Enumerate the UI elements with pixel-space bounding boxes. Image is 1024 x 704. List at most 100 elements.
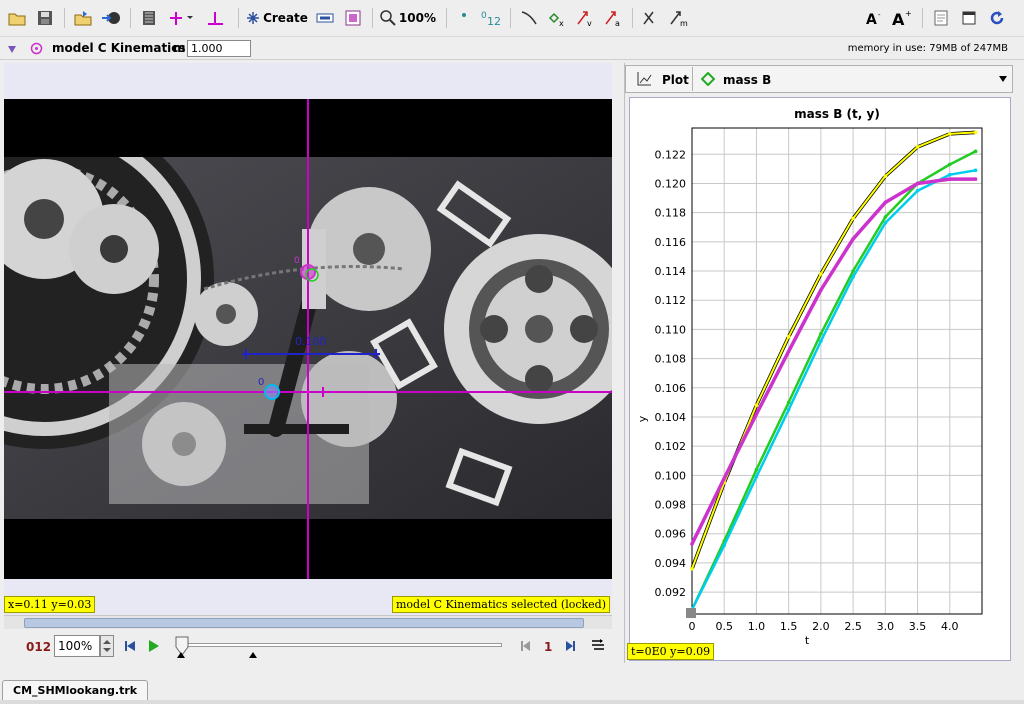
y-axis-label: y bbox=[636, 415, 649, 422]
series-point-2 bbox=[754, 475, 759, 479]
end-marker-icon[interactable] bbox=[248, 651, 258, 659]
track-marker-icon bbox=[30, 42, 43, 55]
velocity-icon[interactable]: v bbox=[574, 7, 596, 29]
zoom-icon bbox=[380, 10, 396, 26]
player-bar: 012 100% 1 bbox=[4, 631, 612, 661]
clip-settings-icon[interactable] bbox=[138, 7, 160, 29]
series-point-2 bbox=[819, 339, 823, 343]
frame-number: 012 bbox=[26, 640, 52, 654]
position-icon[interactable]: x bbox=[546, 7, 568, 29]
series-point-1 bbox=[819, 331, 823, 336]
chart-title: mass B (t, y) bbox=[794, 107, 880, 121]
series-point-2 bbox=[947, 172, 952, 177]
notes-icon[interactable] bbox=[930, 7, 952, 29]
y-tick-label: 0.118 bbox=[655, 207, 687, 220]
calibration-icon[interactable] bbox=[342, 7, 364, 29]
series-point-2 bbox=[883, 221, 888, 225]
mass-field[interactable] bbox=[187, 40, 251, 57]
rewind-icon[interactable] bbox=[124, 640, 136, 652]
svg-text:2: 2 bbox=[494, 15, 501, 27]
save-icon[interactable] bbox=[34, 7, 56, 29]
x-axis-label: t bbox=[805, 634, 810, 647]
svg-text:A: A bbox=[866, 12, 877, 26]
create-button[interactable]: Create bbox=[246, 7, 308, 29]
plot-icon[interactable] bbox=[636, 71, 652, 87]
svg-text:+: + bbox=[905, 9, 912, 18]
y-tick-label: 0.112 bbox=[655, 294, 687, 307]
series-point-0 bbox=[851, 216, 855, 221]
coordinate-readout: x=0.11 y=0.03 bbox=[4, 596, 96, 613]
series-point-1 bbox=[973, 149, 978, 154]
trail-icon[interactable] bbox=[518, 7, 540, 29]
origin-marker bbox=[686, 608, 696, 618]
track-bar: model C Kinematics m memory in use: 79MB… bbox=[0, 37, 1024, 60]
series-point-3 bbox=[883, 200, 888, 205]
svg-text:x: x bbox=[559, 19, 564, 27]
series-point-0 bbox=[754, 403, 759, 408]
track-point-magenta bbox=[300, 264, 316, 280]
step-back-icon[interactable] bbox=[520, 640, 532, 652]
import-icon[interactable] bbox=[72, 7, 94, 29]
zoom-spinner[interactable] bbox=[100, 635, 114, 657]
y-tick-label: 0.104 bbox=[655, 411, 687, 424]
file-tab[interactable]: CM_SHMlookang.trk bbox=[2, 680, 149, 702]
series-point-1 bbox=[851, 269, 855, 273]
export-icon[interactable] bbox=[100, 7, 122, 29]
series-point-2 bbox=[915, 188, 920, 193]
font-increase-icon[interactable]: A + bbox=[890, 7, 914, 29]
selected-track-name[interactable]: model C Kinematics bbox=[52, 41, 186, 55]
y-tick-label: 0.098 bbox=[655, 499, 687, 512]
chart-background bbox=[630, 98, 1010, 660]
mass-vector-icon[interactable]: m bbox=[668, 7, 690, 29]
step-size[interactable]: 1 bbox=[544, 640, 552, 654]
series-point-3 bbox=[690, 542, 694, 546]
video-frame[interactable]: 0.100 0 0 bbox=[4, 99, 612, 579]
acceleration-icon[interactable]: a bbox=[602, 7, 624, 29]
step-forward-icon[interactable] bbox=[564, 640, 576, 652]
chart[interactable]: mass B (t, y) 0 0.5 1.0 1.5 2.0 2.5 3.0 3.5 4.0 0.… bbox=[630, 98, 1010, 660]
y-tick-label: 0.092 bbox=[655, 586, 687, 599]
open-icon[interactable] bbox=[6, 7, 28, 29]
series-point-2 bbox=[786, 407, 791, 412]
dropdown-arrow-icon[interactable] bbox=[7, 44, 17, 54]
vector-sum-icon[interactable] bbox=[640, 7, 662, 29]
track-point-cyan bbox=[264, 384, 280, 400]
plot-area[interactable]: mass B (t, y) 0 0.5 1.0 1.5 2.0 2.5 3.0 3.5 4.0 0.… bbox=[629, 97, 1011, 661]
coordinate-axes-icon[interactable] bbox=[166, 7, 196, 29]
y-tick-label: 0.096 bbox=[655, 528, 687, 541]
zoom-button[interactable]: 100% bbox=[380, 7, 436, 29]
refresh-icon[interactable] bbox=[986, 7, 1008, 29]
frame-slider[interactable] bbox=[182, 643, 502, 647]
x-tick-label: 3.0 bbox=[877, 620, 895, 633]
start-marker-icon[interactable] bbox=[176, 651, 186, 659]
properties-icon[interactable] bbox=[958, 7, 980, 29]
font-decrease-icon[interactable]: A- bbox=[864, 7, 886, 29]
x-tick-label: 2.0 bbox=[812, 620, 830, 633]
x-tick-label: 0.5 bbox=[715, 620, 733, 633]
series-point-3 bbox=[786, 349, 791, 354]
plot-header: Plot mass B bbox=[625, 65, 1013, 93]
svg-text:a: a bbox=[615, 19, 620, 27]
track-control-icon[interactable] bbox=[314, 7, 336, 29]
mass-label: m bbox=[173, 41, 186, 55]
plot-readout: t=0E0 y=0.09 bbox=[627, 643, 715, 660]
play-icon[interactable] bbox=[148, 639, 160, 653]
video-scrollbar[interactable] bbox=[4, 615, 612, 629]
numbered-points-icon[interactable]: 012 bbox=[478, 7, 504, 29]
svg-text:1: 1 bbox=[487, 15, 494, 27]
tape-measure-label: 0.100 bbox=[295, 335, 327, 348]
series-point-3 bbox=[947, 177, 952, 181]
y-tick-label: 0.110 bbox=[655, 323, 687, 336]
point-icon[interactable] bbox=[454, 7, 474, 29]
track-selector[interactable]: mass B bbox=[692, 67, 1012, 91]
chevron-down-icon[interactable] bbox=[998, 75, 1008, 83]
diamond-icon bbox=[701, 72, 715, 86]
zoom-field[interactable]: 100% bbox=[54, 635, 100, 657]
tape-measure-icon[interactable] bbox=[204, 7, 226, 29]
scrollbar-thumb[interactable] bbox=[24, 618, 584, 628]
plot-tab[interactable]: Plot bbox=[662, 73, 689, 87]
series-point-2 bbox=[851, 275, 855, 279]
loop-icon[interactable] bbox=[590, 638, 606, 652]
series-point-0 bbox=[973, 130, 978, 135]
series-point-3 bbox=[851, 237, 855, 241]
